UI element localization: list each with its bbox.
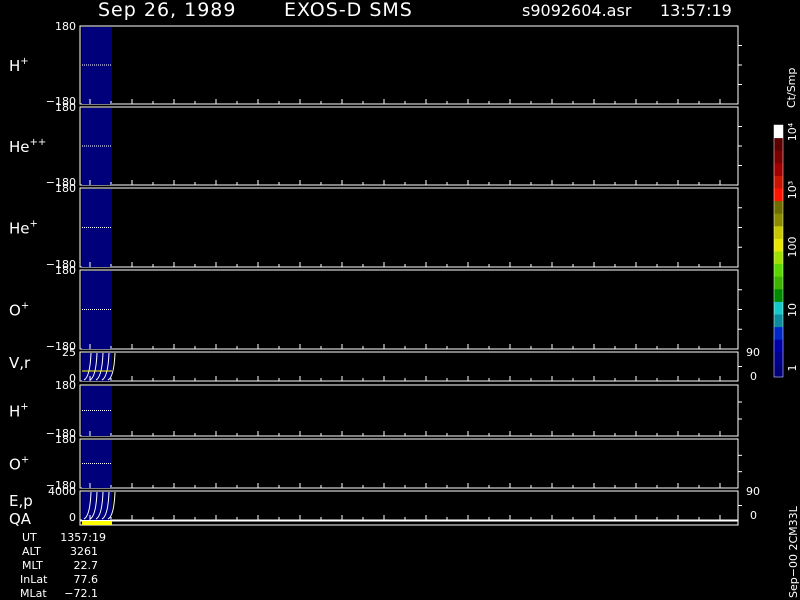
species-name: H — [9, 403, 20, 421]
panel-frame — [79, 438, 739, 489]
colorbar-label: 100 — [786, 237, 799, 258]
y-label-bottom: 0 — [69, 511, 76, 524]
species-label: H+ — [9, 56, 29, 75]
footer-label-inlat: InLat — [20, 573, 48, 586]
colorbar-swatch — [774, 364, 783, 378]
panel-o1: 180−180O+ — [9, 264, 742, 353]
footer-label-alt: ALT — [22, 545, 41, 558]
footer-label-mlat: MLat — [20, 587, 47, 600]
panel-qa: QA — [9, 510, 739, 528]
colorbar-label: 10⁴ — [786, 122, 799, 141]
species-name: He — [9, 138, 30, 156]
panel-he1: 180−180He+ — [9, 182, 742, 271]
colorbar-swatch — [774, 276, 783, 290]
right-note: Sep−00 2CM33L — [787, 505, 800, 598]
orbit-info: UT ALT MLT InLat MLat 1357:19 3261 22.7 … — [20, 531, 106, 600]
colorbar-swatch — [774, 238, 783, 252]
colorbar-swatch — [774, 213, 783, 227]
header-date: Sep 26, 1989 — [98, 0, 236, 21]
y-label-top: 4000 — [48, 485, 76, 498]
right-label-bottom: 0 — [750, 509, 757, 522]
sms-summary-plot: Sep 26, 1989 EXOS-D SMS s9092604.asr 13:… — [9, 0, 800, 600]
panel-ep: 4000 0 E,p 90 0 — [9, 485, 760, 524]
colorbar-swatch — [774, 326, 783, 340]
qa-frame — [79, 520, 739, 526]
qa-bar — [82, 521, 112, 525]
colorbar-swatch — [774, 314, 783, 328]
footer-label-ut: UT — [22, 531, 37, 544]
panel-vr: 250V,r900 — [9, 346, 760, 385]
colorbar-swatch — [774, 339, 783, 353]
species-label: H+ — [9, 402, 29, 421]
footer-label-mlt: MLT — [22, 559, 43, 572]
species-charge: + — [20, 56, 28, 67]
y-label-top: 25 — [62, 346, 76, 359]
colorbar-swatch — [774, 162, 783, 176]
species-name: H — [9, 57, 20, 75]
species-charge: + — [21, 301, 29, 312]
param-label: E,p — [9, 492, 33, 510]
species-label: He+ — [9, 219, 38, 238]
species-name: He — [9, 220, 30, 238]
colorbar-swatch — [774, 200, 783, 214]
footer-value-inlat: 77.6 — [74, 573, 99, 586]
colorbar-swatch — [774, 263, 783, 277]
colorbar: Ct/Smp 1 10 100 10³ 10⁴ — [773, 68, 799, 378]
colorbar-swatch — [774, 251, 783, 265]
header-time: 13:57:19 — [660, 1, 732, 20]
header-filename: s9092604.asr — [522, 1, 632, 20]
species-charge: + — [30, 219, 38, 230]
colorbar-swatch — [774, 175, 783, 189]
y-label-top: 180 — [55, 182, 76, 195]
colorbar-label: 10³ — [786, 181, 799, 199]
panel-frame — [79, 269, 739, 350]
colorbar-swatch — [774, 351, 783, 365]
panel-h2: 180−180H+ — [9, 379, 742, 440]
right-label-top: 90 — [746, 346, 760, 359]
right-label-top: 90 — [746, 485, 760, 498]
plot-header: Sep 26, 1989 EXOS-D SMS s9092604.asr 13:… — [98, 0, 732, 21]
species-charge: + — [20, 402, 28, 413]
colorbar-swatch — [774, 137, 783, 151]
param-label: V,r — [9, 354, 31, 372]
colorbar-unit: Ct/Smp — [785, 68, 798, 108]
right-label-bottom: 0 — [750, 370, 757, 383]
header-instrument: EXOS-D SMS — [284, 0, 413, 21]
footer-value-mlat: −72.1 — [64, 587, 98, 600]
species-label: O+ — [9, 301, 29, 320]
colorbar-swatch — [774, 150, 783, 164]
qa-label: QA — [9, 510, 32, 528]
species-label: O+ — [9, 455, 29, 474]
species-name: O — [9, 302, 21, 320]
species-charge: ++ — [30, 137, 47, 148]
footer-value-mlt: 22.7 — [74, 559, 99, 572]
colorbar-swatch — [774, 225, 783, 239]
species-name: O — [9, 456, 21, 474]
y-label-top: 180 — [55, 264, 76, 277]
colorbar-swatch — [774, 288, 783, 302]
panel-frame — [79, 25, 739, 105]
panel-o2: 180−180O+ — [9, 433, 742, 492]
panel-he2: 180−180He++ — [9, 101, 742, 189]
y-label-top: 180 — [55, 433, 76, 446]
species-label: He++ — [9, 137, 46, 156]
y-label-top: 180 — [55, 20, 76, 33]
footer-value-ut: 1357:19 — [60, 531, 106, 544]
panel-frame — [79, 351, 739, 382]
footer-value-alt: 3261 — [70, 545, 98, 558]
y-label-top: 180 — [55, 101, 76, 114]
colorbar-swatch — [774, 188, 783, 202]
panel-frame — [79, 384, 739, 437]
species-charge: + — [21, 455, 29, 466]
colorbar-label: 10 — [786, 303, 799, 317]
panel-stack: 180−180H+180−180He++180−180He+180−180O+2… — [9, 20, 760, 528]
colorbar-swatch — [774, 301, 783, 315]
panel-frame — [79, 187, 739, 268]
colorbar-swatch — [774, 125, 783, 139]
y-label-top: 180 — [55, 379, 76, 392]
panel-frame — [79, 490, 739, 521]
panel-frame — [79, 106, 739, 186]
colorbar-label: 1 — [786, 365, 799, 372]
panel-h1: 180−180H+ — [9, 20, 742, 108]
